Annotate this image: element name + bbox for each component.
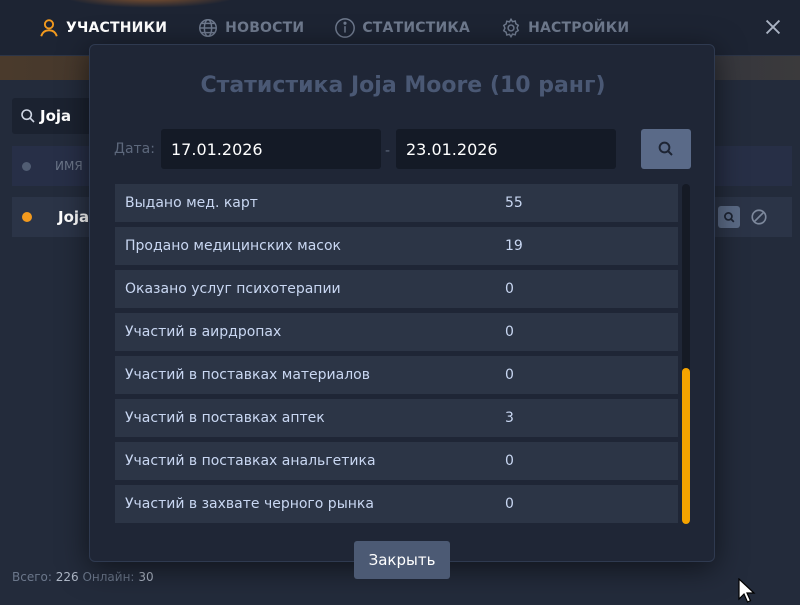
search-icon [658,141,673,156]
stat-value: 55 [505,195,523,211]
tab-news[interactable]: НОВОСТИ [197,17,304,39]
members-summary: Всего: 226 Онлайн: 30 [12,570,154,584]
search-icon [723,211,734,222]
stat-value: 0 [505,367,514,383]
date-from-input[interactable] [161,129,381,169]
tab-statistics[interactable]: СТАТИСТИКА [334,17,470,39]
stats-scrollbar-thumb[interactable] [682,368,690,524]
stats-list: Выдано мед. карт 55 Продано медицинских … [115,184,678,528]
online-label: Онлайн: [82,570,135,584]
stat-row: Участий в поставках анальгетика 0 [115,442,678,480]
stat-value: 0 [505,281,514,297]
info-icon [335,17,356,38]
date-to-input[interactable] [396,129,616,169]
member-name: Joja [58,208,90,226]
globe-icon [199,18,218,37]
tab-settings[interactable]: НАСТРОЙКИ [500,17,629,39]
tab-members-label: УЧАСТНИКИ [66,19,168,36]
total-value: 226 [55,570,79,584]
tab-members[interactable]: УЧАСТНИКИ [38,17,167,39]
stat-label: Участий в поставках аптек [125,410,325,426]
stat-label: Участий в поставках анальгетика [125,453,376,469]
tab-settings-label: НАСТРОЙКИ [528,19,630,36]
row-actions [718,206,768,228]
block-icon[interactable] [750,208,768,226]
stat-row: Продано медицинских масок 19 [115,227,678,265]
stat-value: 19 [505,238,523,254]
date-search-button[interactable] [641,129,691,169]
stat-row: Оказано услуг психотерапии 0 [115,270,678,308]
date-separator: - [385,143,391,159]
stat-label: Выдано мед. карт [125,195,258,211]
mouse-cursor-icon [738,578,756,603]
nav-glow [60,0,240,8]
search-icon [21,109,35,123]
stat-label: Продано медицинских масок [125,238,341,254]
stat-label: Участий в захвате черного рынка [125,496,374,512]
stat-value: 3 [505,410,514,426]
row-stats-button[interactable] [718,206,740,228]
member-search-value: Joja [40,107,72,125]
status-dot [22,212,32,222]
modal-title: Статистика Joja Moore (10 ранг) [200,73,606,98]
statistics-modal: Статистика Joja Moore (10 ранг) Дата: - … [89,44,715,579]
close-button[interactable]: Закрыть [354,541,450,579]
stat-value: 0 [505,324,514,340]
close-icon[interactable] [762,16,784,38]
stat-value: 0 [505,496,514,512]
stats-scrollbar[interactable] [682,184,690,524]
stat-row: Участий в поставках аптек 3 [115,399,678,437]
total-label: Всего: [12,570,52,584]
gear-icon [502,17,520,38]
stat-label: Участий в аирдропах [125,324,282,340]
online-value: 30 [138,570,154,584]
stat-label: Оказано услуг психотерапии [125,281,341,297]
stat-row: Участий в захвате черного рынка 0 [115,485,678,523]
tab-statistics-label: СТАТИСТИКА [362,19,471,36]
stat-row: Участий в аирдропах 0 [115,313,678,351]
user-icon [40,18,58,37]
stat-row: Участий в поставках материалов 0 [115,356,678,394]
stat-value: 0 [505,453,514,469]
header-status-dot [22,161,31,171]
stat-row: Выдано мед. карт 55 [115,184,678,222]
date-label: Дата: [114,141,155,157]
header-name-label: ИМЯ [55,159,83,173]
tab-news-label: НОВОСТИ [225,19,305,36]
stat-label: Участий в поставках материалов [125,367,370,383]
